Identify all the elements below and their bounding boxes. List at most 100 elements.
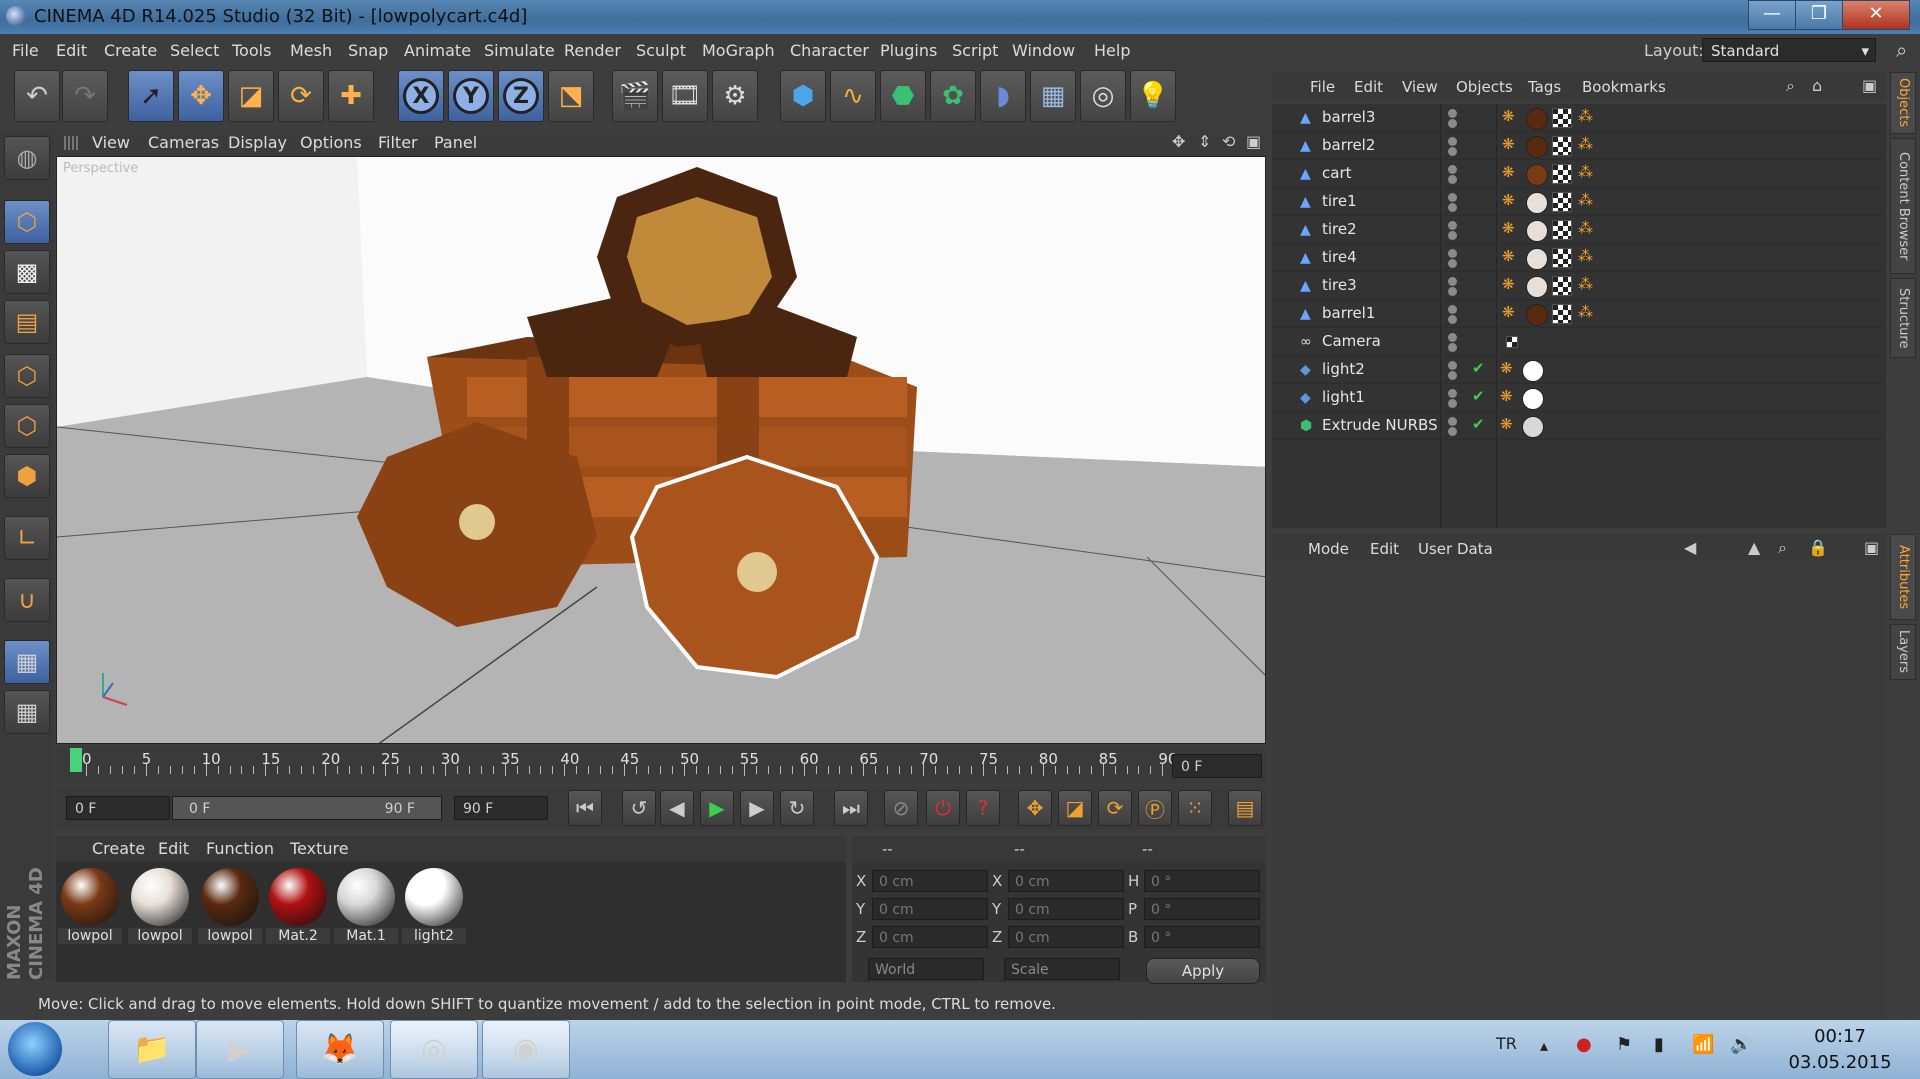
editor-visibility-dot[interactable] <box>1448 193 1457 202</box>
cinema4d-taskbar-icon[interactable]: ◉ <box>482 1020 570 1079</box>
timeline-playhead[interactable] <box>70 748 82 772</box>
render-visibility-dot[interactable] <box>1448 371 1457 380</box>
back-arrow-icon[interactable]: ◀ <box>1684 538 1696 557</box>
menu-create[interactable]: Create <box>104 41 157 60</box>
render-visibility-dot[interactable] <box>1448 119 1457 128</box>
material-swatch[interactable]: light2 <box>402 866 466 948</box>
object-row[interactable]: ▲ tire4 ❋ ⁂ <box>1272 244 1886 272</box>
cube-primitive-icon[interactable]: ⬢ <box>780 70 826 122</box>
preview-range-slider[interactable]: 0 F 90 F <box>172 796 442 820</box>
tab-structure[interactable]: Structure <box>1890 278 1916 358</box>
position-x-field[interactable]: 0 cm <box>872 870 988 892</box>
texture-mode-icon[interactable]: ▩ <box>4 250 50 294</box>
phong-tag-icon[interactable]: ❋ <box>1502 107 1515 125</box>
objects-menu-objects[interactable]: Objects <box>1456 78 1513 96</box>
render-visibility-dot[interactable] <box>1448 315 1457 324</box>
objects-menu-bookmarks[interactable]: Bookmarks <box>1582 78 1666 96</box>
render-picture-viewer-icon[interactable]: 🎞 <box>662 70 708 122</box>
magnet-snap-icon[interactable]: ∪ <box>4 578 50 622</box>
material-swatch[interactable]: lowpol <box>58 866 122 948</box>
selection-tag-icon[interactable]: ⁂ <box>1578 219 1593 237</box>
3d-viewport[interactable]: Perspective <box>56 156 1266 744</box>
tab-layers[interactable]: Layers <box>1890 624 1916 680</box>
array-icon[interactable]: ✿ <box>930 70 976 122</box>
power-tray-icon[interactable]: ▮ <box>1654 1034 1664 1055</box>
action-center-flag-icon[interactable]: ⚑ <box>1616 1034 1632 1055</box>
menu-sculpt[interactable]: Sculpt <box>636 41 686 60</box>
material-tag-icon[interactable] <box>1526 276 1548 298</box>
volume-tray-icon[interactable]: 🔊 <box>1730 1034 1752 1055</box>
media-player-taskbar-icon[interactable]: ▶ <box>196 1020 284 1079</box>
uvw-tag-icon[interactable] <box>1552 164 1572 184</box>
material-menu-create[interactable]: Create <box>92 839 145 858</box>
selection-tag-icon[interactable]: ⁂ <box>1578 191 1593 209</box>
tab-content-browser[interactable]: Content Browser <box>1890 138 1916 274</box>
phong-tag-icon[interactable]: ❋ <box>1502 135 1515 153</box>
selection-tag-icon[interactable]: ⁂ <box>1578 107 1593 125</box>
selection-tag-icon[interactable]: ⁂ <box>1578 135 1593 153</box>
move-view-icon[interactable]: ✥ <box>1172 132 1185 151</box>
menu-snap[interactable]: Snap <box>348 41 388 60</box>
material-tag-icon[interactable] <box>1526 220 1548 242</box>
editor-visibility-dot[interactable] <box>1448 361 1457 370</box>
phong-tag-icon[interactable]: ❋ <box>1502 163 1515 181</box>
timeline-ruler[interactable]: 0 5 10 15 20 25 30 35 40 45 50 55 60 65 70 75 80 85 90 0 F <box>56 746 1266 784</box>
key-pla-icon[interactable]: ⁙ <box>1178 790 1212 826</box>
next-key-icon[interactable]: ↻ <box>780 790 814 826</box>
rotate-tool-icon[interactable]: ⟳ <box>278 70 324 122</box>
render-visibility-dot[interactable] <box>1448 175 1457 184</box>
app-taskbar-icon[interactable]: ◎ <box>390 1020 478 1079</box>
material-tag-icon[interactable] <box>1526 192 1548 214</box>
deformer-icon[interactable]: ◗ <box>980 70 1026 122</box>
phong-tag-icon[interactable]: ❋ <box>1502 303 1515 321</box>
tray-overflow-icon[interactable]: ▴ <box>1540 1036 1548 1055</box>
live-selection-icon[interactable]: ➚ <box>128 70 174 122</box>
camera-icon[interactable]: ◎ <box>1080 70 1126 122</box>
menu-mograph[interactable]: MoGraph <box>702 41 775 60</box>
tab-attributes[interactable]: Attributes <box>1890 534 1916 620</box>
menu-tools[interactable]: Tools <box>232 41 271 60</box>
menu-plugins[interactable]: Plugins <box>880 41 937 60</box>
enabled-check-icon[interactable]: ✔ <box>1472 415 1485 433</box>
editor-visibility-dot[interactable] <box>1448 165 1457 174</box>
uvw-tag-icon[interactable] <box>1552 220 1572 240</box>
end-frame-field[interactable]: 90 F <box>454 796 548 820</box>
size-x-field[interactable]: 0 cm <box>1008 870 1124 892</box>
key-position-icon[interactable]: ✥ <box>1018 790 1052 826</box>
antivirus-tray-icon[interactable]: ● <box>1576 1034 1592 1055</box>
viewport-menu-cameras[interactable]: Cameras <box>148 133 219 152</box>
object-row[interactable]: ▲ barrel3 ❋ ⁂ <box>1272 104 1886 132</box>
object-row[interactable]: ◆ light1 ✔ ❋ <box>1272 384 1886 412</box>
object-row[interactable]: ◆ light2 ✔ ❋ <box>1272 356 1886 384</box>
viewport-menu-view[interactable]: View <box>92 133 130 152</box>
polygons-mode-icon[interactable]: ⬢ <box>4 454 50 498</box>
viewport-menu-panel[interactable]: Panel <box>434 133 477 152</box>
phong-tag-icon[interactable]: ❋ <box>1502 275 1515 293</box>
object-row[interactable]: ▲ tire1 ❋ ⁂ <box>1272 188 1886 216</box>
previous-frame-icon[interactable]: ◀ <box>660 790 694 826</box>
current-frame-field[interactable]: 0 F <box>1172 754 1262 778</box>
make-editable-icon[interactable]: ◍ <box>4 136 50 180</box>
material-tag-icon[interactable] <box>1526 248 1548 270</box>
coordinate-system-icon[interactable]: ⬔ <box>548 70 594 122</box>
up-arrow-icon[interactable]: ▲ <box>1748 538 1760 557</box>
editor-visibility-dot[interactable] <box>1448 137 1457 146</box>
menu-window[interactable]: Window <box>1012 41 1075 60</box>
menu-edit[interactable]: Edit <box>56 41 87 60</box>
subdivision-surface-icon[interactable]: ⬣ <box>880 70 926 122</box>
points-mode-icon[interactable]: ⬡ <box>4 354 50 398</box>
object-row[interactable]: ▲ cart ❋ ⁂ <box>1272 160 1886 188</box>
lock-icon[interactable]: 🔒 <box>1808 538 1828 557</box>
workplane-align-icon[interactable]: ▦ <box>4 690 50 734</box>
new-window-icon[interactable]: ▣ <box>1864 538 1879 557</box>
material-swatch[interactable]: Mat.1 <box>334 866 398 948</box>
x-axis-lock-button[interactable]: X <box>398 70 444 122</box>
z-axis-lock-button[interactable]: Z <box>498 70 544 122</box>
render-visibility-dot[interactable] <box>1448 399 1457 408</box>
undo-icon[interactable]: ↶ <box>14 70 60 122</box>
workplane-lock-icon[interactable]: ▦ <box>4 640 50 684</box>
enabled-check-icon[interactable]: ✔ <box>1472 387 1485 405</box>
firefox-taskbar-icon[interactable]: 🦊 <box>296 1020 384 1079</box>
objects-menu-file[interactable]: File <box>1310 78 1335 96</box>
workplane-mode-icon[interactable]: ▤ <box>4 300 50 344</box>
